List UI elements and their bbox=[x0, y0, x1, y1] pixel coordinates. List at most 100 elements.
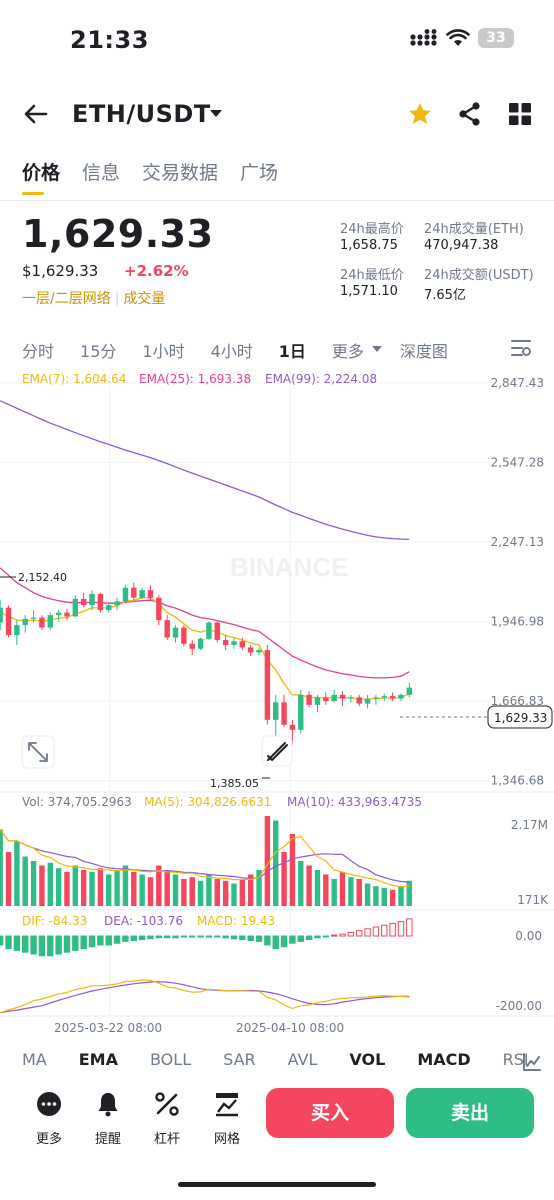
candle-body bbox=[231, 641, 237, 646]
macd-bar bbox=[197, 935, 204, 938]
home-indicator[interactable] bbox=[178, 1182, 376, 1187]
pair-dropdown-icon[interactable] bbox=[210, 110, 222, 117]
interval-1d[interactable]: 1日 bbox=[279, 338, 306, 362]
macd-bar bbox=[113, 935, 121, 944]
buy-button[interactable]: 买入 bbox=[266, 1088, 394, 1138]
volume-bar bbox=[389, 889, 396, 906]
share-icon[interactable] bbox=[456, 100, 484, 128]
interval-15m[interactable]: 15分 bbox=[80, 338, 116, 362]
interval-4h[interactable]: 4小时 bbox=[211, 338, 253, 362]
ema7-line bbox=[0, 597, 410, 701]
indicator-sar[interactable]: SAR bbox=[223, 1050, 256, 1069]
volume-bar bbox=[331, 879, 337, 906]
candle-body bbox=[339, 694, 346, 699]
candle-body bbox=[0, 607, 3, 623]
macd-bar bbox=[347, 931, 355, 937]
candle-body bbox=[55, 612, 62, 616]
alert-action[interactable]: 提醒 bbox=[86, 1090, 130, 1147]
volume-bar bbox=[398, 886, 404, 906]
indicator-boll[interactable]: BOLL bbox=[150, 1050, 191, 1069]
ema25-line bbox=[0, 567, 410, 679]
candle-body bbox=[72, 598, 79, 617]
interval-depth[interactable]: 深度图 bbox=[400, 338, 448, 362]
interval-1h[interactable]: 1小时 bbox=[142, 338, 184, 362]
axis-labels: 2,847.432,547.282,247.131,946.981,666.83… bbox=[491, 376, 550, 1013]
tag-volume[interactable]: 成交量 bbox=[123, 291, 165, 307]
price-axis-label: 1,346.68 bbox=[491, 774, 544, 788]
leverage-action[interactable]: 杠杆 bbox=[145, 1090, 189, 1147]
candle-body bbox=[389, 696, 396, 699]
candle-body bbox=[189, 643, 195, 649]
high-marker: 2,152.40 bbox=[18, 571, 67, 584]
grid-trading-icon bbox=[216, 1093, 238, 1117]
candle-body bbox=[398, 694, 404, 699]
tag-layer[interactable]: 一层/二层网络 bbox=[22, 291, 111, 307]
volume-bar bbox=[147, 877, 154, 906]
macd-bar bbox=[214, 935, 221, 938]
candle-body bbox=[222, 640, 229, 646]
macd-bar bbox=[30, 935, 37, 955]
tab-price[interactable]: 价格 bbox=[22, 158, 60, 185]
volume-bar bbox=[22, 856, 28, 906]
macd-bar bbox=[163, 935, 171, 939]
chart-settings-icon[interactable] bbox=[510, 338, 532, 358]
indicator-settings-icon[interactable] bbox=[522, 1052, 542, 1072]
volume-bar bbox=[122, 865, 129, 906]
drawing-tool-icon[interactable] bbox=[261, 735, 293, 767]
tab-trading-data[interactable]: 交易数据 bbox=[142, 158, 218, 185]
indicator-macd[interactable]: MACD bbox=[417, 1050, 470, 1069]
volume-bar bbox=[222, 880, 229, 906]
more-dropdown-icon[interactable] bbox=[371, 346, 382, 352]
category-tags: 一层/二层网络 | 成交量 bbox=[22, 291, 166, 307]
kline-chart[interactable]: BINANCE 2,847.43 2,547.28 2,247.13 1,946.98… bbox=[0, 366, 554, 1046]
tab-square[interactable]: 广场 bbox=[240, 158, 278, 185]
candle-body bbox=[139, 590, 145, 598]
candle-body bbox=[331, 694, 337, 702]
volume-bar bbox=[39, 865, 45, 906]
grid-label: 网格 bbox=[213, 1132, 240, 1147]
macd-bar bbox=[47, 935, 54, 957]
volume-bar bbox=[381, 888, 387, 906]
candle-body bbox=[164, 620, 170, 638]
sell-button[interactable]: 卖出 bbox=[406, 1088, 534, 1138]
candle-body bbox=[381, 696, 387, 698]
volume-bar bbox=[364, 883, 371, 906]
indicator-avl[interactable]: AVL bbox=[288, 1050, 318, 1069]
more-action[interactable]: 更多 bbox=[27, 1090, 71, 1147]
indicator-ma[interactable]: MA bbox=[22, 1050, 47, 1069]
grid-menu-icon[interactable] bbox=[506, 100, 534, 128]
candle-body bbox=[47, 615, 53, 628]
macd-bar bbox=[147, 935, 154, 940]
favorite-star-icon[interactable] bbox=[406, 100, 434, 128]
more-label: 更多 bbox=[35, 1132, 62, 1147]
macd-bar bbox=[122, 935, 129, 942]
ma5-legend: MA(5): 304,826.6631 bbox=[144, 795, 271, 809]
page-tabs: 价格 信息 交易数据 广场 bbox=[22, 158, 278, 185]
macd-bar bbox=[239, 935, 246, 941]
volume-bar bbox=[356, 879, 362, 906]
macd-bar bbox=[272, 935, 279, 950]
ma10-legend: MA(10): 433,963.4735 bbox=[287, 795, 422, 809]
macd-bar bbox=[397, 921, 405, 937]
stat-low-value: 1,571.10 bbox=[340, 284, 398, 299]
leverage-icon bbox=[155, 1092, 179, 1116]
macd-bar bbox=[389, 922, 396, 937]
candle-body bbox=[206, 622, 212, 639]
tab-info[interactable]: 信息 bbox=[82, 158, 120, 185]
dea-legend: DEA: -103.76 bbox=[104, 914, 183, 928]
pair-title[interactable]: ETH/USDT bbox=[72, 100, 211, 128]
status-time: 21:33 bbox=[70, 26, 149, 54]
interval-timeline[interactable]: 分时 bbox=[22, 338, 54, 362]
indicator-ema[interactable]: EMA bbox=[79, 1050, 118, 1069]
back-arrow-icon[interactable] bbox=[22, 100, 50, 128]
volume-bar bbox=[97, 868, 104, 906]
grid-action[interactable]: 网格 bbox=[205, 1090, 249, 1147]
vol-legend: Vol: 374,705.2963 bbox=[22, 795, 132, 809]
interval-more[interactable]: 更多 bbox=[332, 338, 364, 362]
volume-bar bbox=[189, 877, 195, 906]
expand-chart-icon[interactable] bbox=[21, 735, 55, 769]
dea-line bbox=[0, 981, 410, 1014]
indicator-vol[interactable]: VOL bbox=[349, 1050, 385, 1069]
volume-bar bbox=[206, 874, 212, 906]
macd-bar bbox=[155, 935, 163, 939]
